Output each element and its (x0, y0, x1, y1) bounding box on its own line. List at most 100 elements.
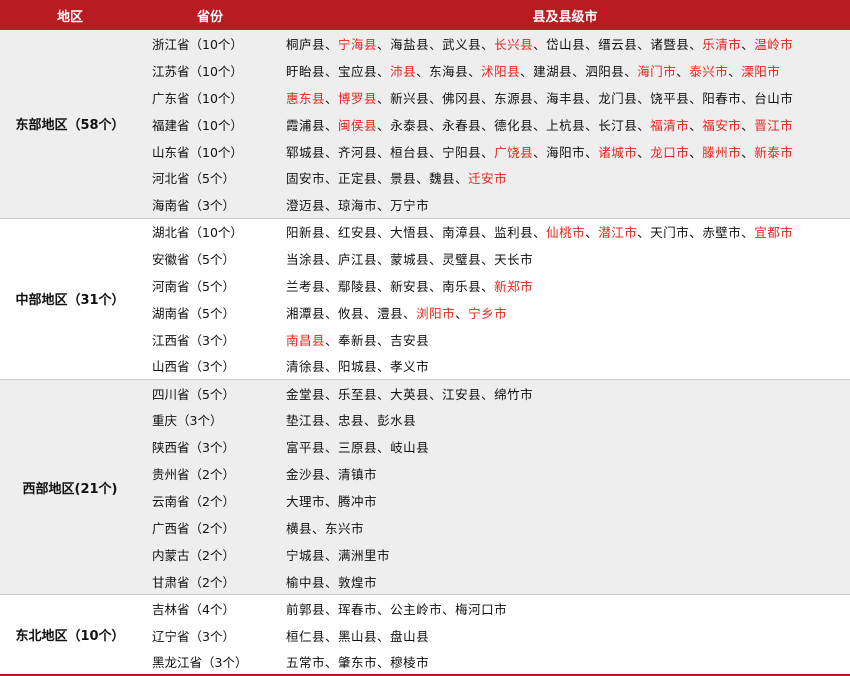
list-separator: 、 (325, 628, 339, 644)
list-separator: 、 (429, 117, 443, 133)
list-separator: 、 (325, 278, 339, 294)
city-name-highlighted: 新泰市 (754, 144, 794, 160)
header-region: 地区 (0, 0, 140, 30)
list-separator: 、 (377, 90, 391, 106)
city-name: 宁城县 (286, 547, 326, 563)
city-name-highlighted: 宁乡市 (468, 305, 508, 321)
city-name: 前郭县 (286, 601, 326, 617)
city-name: 彭水县 (377, 413, 417, 429)
list-separator: 、 (325, 305, 339, 321)
city-name: 穆棱市 (390, 654, 430, 670)
province-cell: 广西省（2个） (140, 514, 280, 541)
city-name: 景县 (390, 171, 417, 187)
region-group: 中部地区（31个） 湖北省（10个） 阳新县、红安县、大悟县、南漳县、监利县、仙桃市… (0, 217, 850, 380)
cities-cell: 大理市、腾冲市 (280, 487, 850, 515)
city-name: 江安县 (442, 386, 482, 402)
province-cell: 贵州省（2个） (140, 460, 280, 488)
list-separator: 、 (533, 36, 547, 52)
list-separator: 、 (637, 36, 651, 52)
province-cell: 黑龙江省（3个） (152, 654, 248, 670)
list-separator: 、 (572, 63, 586, 79)
region-cell: 东北地区（10个） (0, 594, 140, 676)
city-name: 珲春市 (338, 601, 378, 617)
list-separator: 、 (481, 117, 495, 133)
province-cell: 江苏省（10个） (140, 56, 280, 84)
region-group: 西部地区(21个) 四川省（5个） 金堂县、乐至县、大英县、江安县、绵竹市 重庆（3个… (0, 379, 850, 595)
region-group: 东北地区（10个） 吉林省（4个） 前郭县、珲春市、公主岭市、梅河口市 辽宁省（3个）… (0, 594, 850, 676)
list-separator: 、 (325, 36, 339, 52)
city-name-highlighted: 乐清市 (702, 36, 742, 52)
city-name-highlighted: 泰兴市 (689, 63, 729, 79)
city-name: 武义县 (442, 36, 482, 52)
city-name-highlighted: 诸城市 (598, 144, 638, 160)
city-name: 垫江县 (286, 413, 326, 429)
province-cell: 辽宁省（3个） (152, 628, 235, 644)
city-name: 桐庐县 (286, 36, 326, 52)
city-name: 兰考县 (286, 278, 326, 294)
city-name: 永泰县 (390, 117, 430, 133)
list-separator: 、 (325, 574, 339, 590)
city-name: 吉安县 (390, 332, 430, 348)
city-name: 万宁市 (390, 198, 430, 214)
list-separator: 、 (741, 90, 755, 106)
list-separator: 、 (741, 144, 755, 160)
city-name: 郓城县 (286, 144, 326, 160)
city-name: 阳新县 (286, 225, 326, 241)
list-separator: 、 (533, 225, 547, 241)
list-separator: 、 (403, 305, 417, 321)
list-separator: 、 (325, 198, 339, 214)
list-separator: 、 (429, 386, 443, 402)
city-name: 岱山县 (546, 36, 586, 52)
province-cell: 陕西省（3个） (140, 433, 280, 461)
city-name: 宁阳县 (442, 144, 482, 160)
list-separator: 、 (533, 90, 547, 106)
city-name: 绵竹市 (494, 386, 534, 402)
table-row: 西部地区(21个) 四川省（5个） 金堂县、乐至县、大英县、江安县、绵竹市 (0, 379, 850, 595)
list-separator: 、 (728, 63, 742, 79)
province-cell: 江西省（3个） (152, 332, 235, 348)
city-name: 霞浦县 (286, 117, 326, 133)
city-name: 监利县 (494, 225, 534, 241)
region-cell: 西部地区(21个) (0, 379, 140, 595)
county-table: 地区 省份 县及县级市 东部地区（58个） 浙江省（10个） 桐庐县、宁海县、海盐县… (0, 0, 850, 676)
city-name: 孝义市 (390, 359, 430, 375)
city-name: 鄢陵县 (338, 278, 378, 294)
cities-cell: 前郭县、珲春市、公主岭市、梅河口市 (280, 594, 850, 622)
city-name: 清镇市 (338, 467, 378, 483)
cities-cell: 惠东县、博罗县、新兴县、佛冈县、东源县、海丰县、龙门县、饶平县、阳春市、台山市 (280, 83, 850, 111)
list-separator: 、 (585, 225, 599, 241)
province-cell: 湖南省（5个） (152, 305, 235, 321)
list-separator: 、 (325, 90, 339, 106)
list-separator: 、 (520, 63, 534, 79)
province-cell: 云南省（2个） (140, 487, 280, 515)
list-separator: 、 (533, 117, 547, 133)
list-separator: 、 (689, 144, 703, 160)
city-name: 泗阳县 (585, 63, 625, 79)
list-separator: 、 (741, 225, 755, 241)
list-separator: 、 (637, 90, 651, 106)
city-name-highlighted: 新郑市 (494, 278, 534, 294)
cities-cell: 阳新县、红安县、大悟县、南漳县、监利县、仙桃市、潜江市、天门市、赤壁市、宜都市 (280, 217, 850, 246)
city-name: 上杭县 (546, 117, 586, 133)
city-name: 海阳市 (546, 144, 586, 160)
list-separator: 、 (377, 252, 391, 268)
list-separator: 、 (741, 117, 755, 133)
list-separator: 、 (377, 332, 391, 348)
cities-cell: 桓仁县、黑山县、盘山县 (280, 622, 850, 649)
city-name: 天长市 (494, 252, 534, 268)
city-name-highlighted: 沭阳县 (481, 63, 521, 79)
list-separator: 、 (325, 494, 339, 510)
city-name: 龙门县 (598, 90, 638, 106)
list-separator: 、 (312, 520, 326, 536)
list-separator: 、 (481, 278, 495, 294)
city-name: 桓台县 (390, 144, 430, 160)
list-separator: 、 (455, 171, 469, 187)
city-name: 忠县 (338, 413, 365, 429)
region-cell: 东部地区（58个） (0, 30, 140, 219)
list-separator: 、 (416, 63, 430, 79)
list-separator: 、 (377, 36, 391, 52)
city-name-highlighted: 温岭市 (754, 36, 794, 52)
list-separator: 、 (689, 36, 703, 52)
list-separator: 、 (377, 386, 391, 402)
city-name: 长汀县 (598, 117, 638, 133)
